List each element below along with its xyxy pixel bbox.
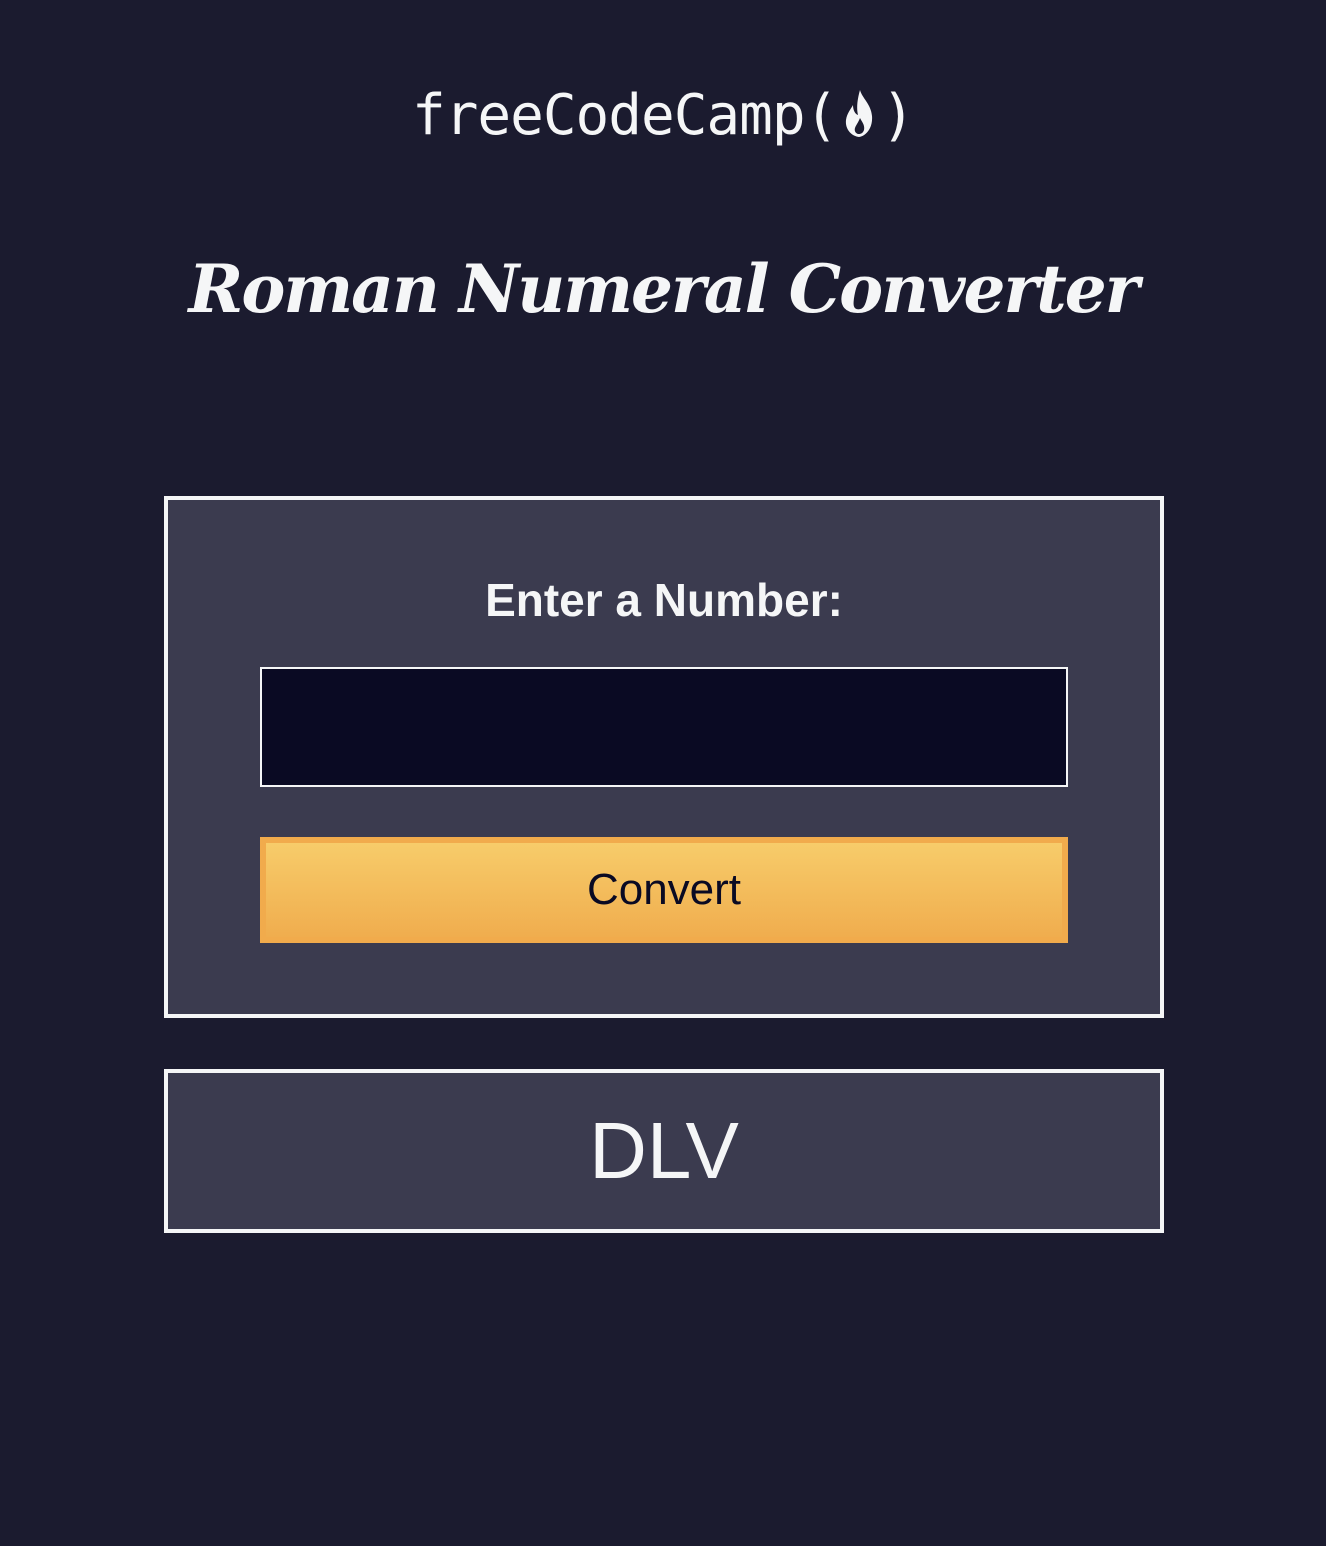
logo-open-paren: (	[804, 83, 839, 148]
freecodecamp-logo[interactable]: freeCodeCamp( )	[0, 80, 1326, 152]
page-title: Roman Numeral Converter	[188, 250, 1139, 328]
number-label: Enter a Number:	[485, 574, 843, 626]
logo-close-paren: )	[881, 83, 915, 148]
converter-form: Enter a Number: Convert	[164, 496, 1164, 1018]
output-result: DLV	[164, 1069, 1164, 1233]
convert-button[interactable]: Convert	[260, 837, 1068, 943]
logo-text: freeCodeCamp	[411, 83, 806, 148]
number-input[interactable]	[260, 667, 1068, 787]
flame-icon	[846, 90, 873, 137]
page: freeCodeCamp( ) Roman Numeral Converter …	[0, 0, 1326, 1546]
